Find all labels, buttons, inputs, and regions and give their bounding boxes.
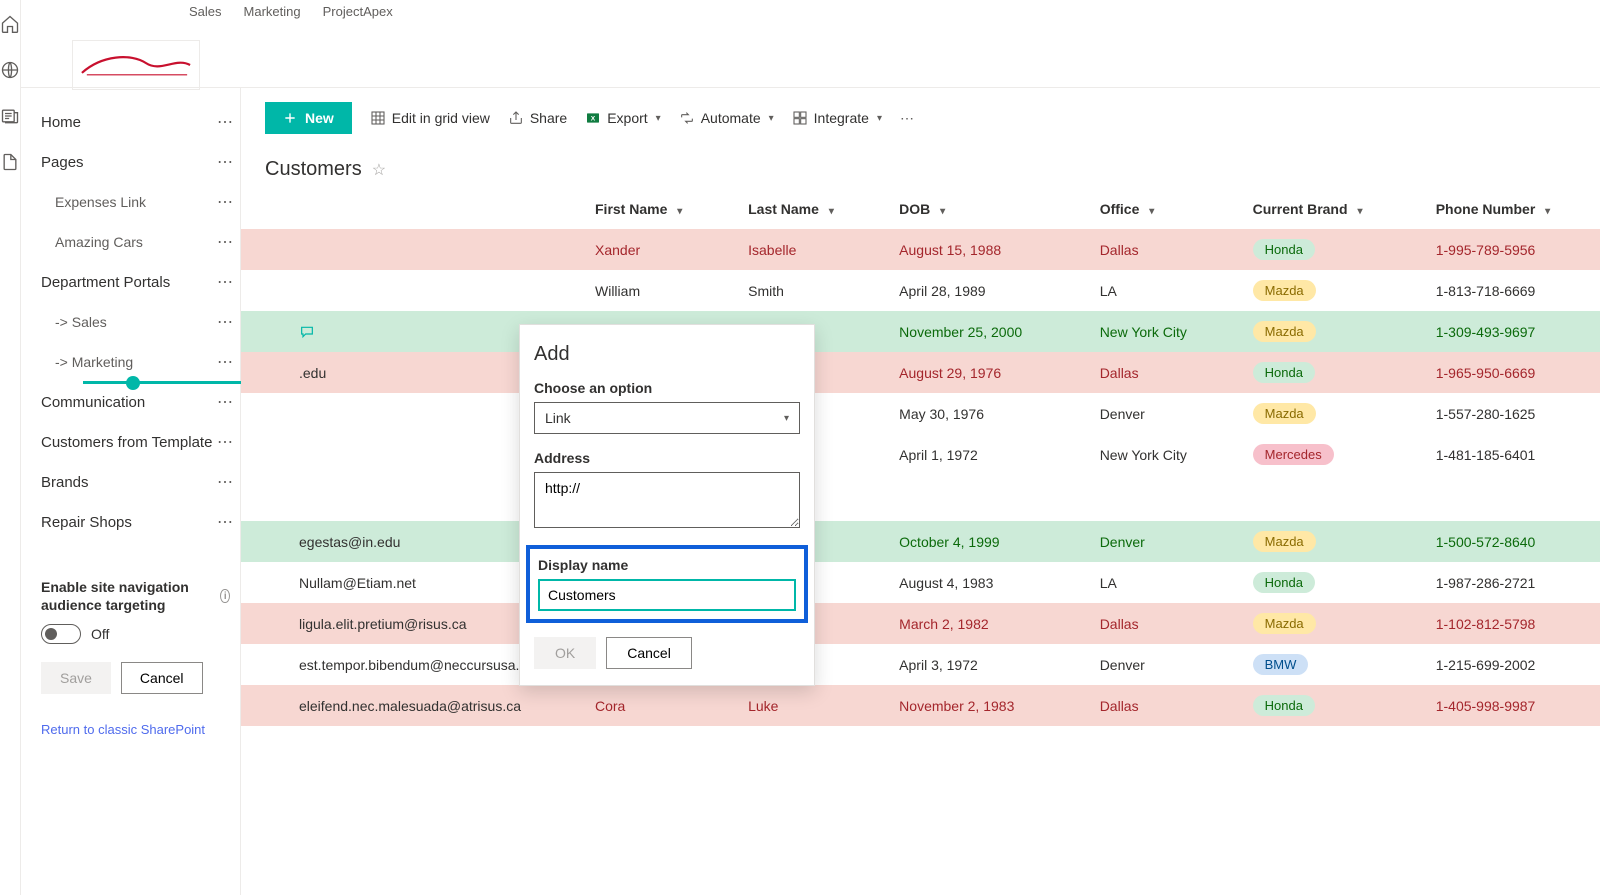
nav-item-menu-icon[interactable]: ⋯ xyxy=(217,432,234,452)
table-row[interactable]: est.tempor.bibendum@neccursusa.comPaloma… xyxy=(241,644,1600,685)
site-logo[interactable] xyxy=(72,40,200,90)
table-row[interactable]: .eduPriceSmithAugust 29, 1976DallasHonda… xyxy=(241,352,1600,393)
brand-pill: Honda xyxy=(1253,239,1315,260)
audience-targeting-label: Enable site navigation audience targetin… xyxy=(41,578,230,614)
nav-item--sales[interactable]: -> Sales⋯ xyxy=(31,302,240,342)
audience-toggle[interactable] xyxy=(41,624,81,644)
nav-item-home[interactable]: Home⋯ xyxy=(31,102,240,142)
display-name-label: Display name xyxy=(538,557,796,573)
nav-item-customers-from-template[interactable]: Customers from Template⋯ xyxy=(31,422,240,462)
nav-save-button: Save xyxy=(41,662,111,694)
nav-item-menu-icon[interactable]: ⋯ xyxy=(217,392,234,412)
svg-text:X: X xyxy=(591,116,596,123)
brand-pill: Mazda xyxy=(1253,531,1316,552)
nav-item-pages[interactable]: Pages⋯ xyxy=(31,142,240,182)
brand-pill: Honda xyxy=(1253,572,1315,593)
nav-item-menu-icon[interactable]: ⋯ xyxy=(217,152,234,172)
brand-pill: Honda xyxy=(1253,362,1315,383)
dialog-title: Add xyxy=(534,343,800,366)
new-button[interactable]: New xyxy=(265,102,352,134)
nav-item-menu-icon[interactable]: ⋯ xyxy=(217,112,234,132)
cancel-button[interactable]: Cancel xyxy=(606,637,692,669)
top-link-sales[interactable]: Sales xyxy=(189,4,222,19)
export-button[interactable]: X Export▾ xyxy=(585,110,661,126)
news-icon[interactable] xyxy=(0,106,20,126)
app-rail xyxy=(0,0,21,895)
column-header[interactable]: DOB ▾ xyxy=(885,189,1086,229)
list-grid: First Name ▾Last Name ▾DOB ▾Office ▾Curr… xyxy=(241,189,1600,895)
column-header[interactable]: Current Brand ▾ xyxy=(1239,189,1422,229)
table-row[interactable]: JasonZeleniaApril 1, 1972New York CityMe… xyxy=(241,434,1600,475)
brand-pill: Mazda xyxy=(1253,613,1316,634)
nav-item-menu-icon[interactable]: ⋯ xyxy=(217,272,234,292)
option-select[interactable]: Link ▾ xyxy=(534,402,800,434)
list-title: Customers xyxy=(265,158,362,181)
comment-icon[interactable] xyxy=(299,324,315,340)
toggle-state-label: Off xyxy=(91,626,109,642)
return-classic-link[interactable]: Return to classic SharePoint xyxy=(41,722,230,737)
display-name-highlight: Display name xyxy=(526,545,808,623)
nav-item-menu-icon[interactable]: ⋯ xyxy=(217,232,234,252)
table-row[interactable]: XanderIsabelleAugust 15, 1988DallasHonda… xyxy=(241,229,1600,270)
info-icon[interactable]: i xyxy=(220,589,230,603)
more-actions-button[interactable]: ⋯ xyxy=(900,110,914,127)
brand-pill: Honda xyxy=(1253,695,1315,716)
add-link-dialog: Add Choose an option Link ▾ Address Disp… xyxy=(519,324,815,686)
option-label: Choose an option xyxy=(534,380,800,396)
brand-pill: Mazda xyxy=(1253,403,1316,424)
column-header[interactable]: Office ▾ xyxy=(1086,189,1239,229)
home-icon[interactable] xyxy=(0,14,20,34)
column-header[interactable] xyxy=(241,189,581,229)
nav-item-menu-icon[interactable]: ⋯ xyxy=(217,472,234,492)
chevron-down-icon: ▾ xyxy=(656,113,661,124)
nav-cancel-button[interactable]: Cancel xyxy=(121,662,203,694)
command-bar: New Edit in grid view Share X Export▾ xyxy=(241,88,1600,144)
table-row[interactable]: WilliamSmithApril 28, 1989LAMazda1-813-7… xyxy=(241,270,1600,311)
table-row[interactable]: ligula.elit.pretium@risus.caHectorCailin… xyxy=(241,603,1600,644)
file-icon[interactable] xyxy=(0,152,20,172)
brand-pill: Mazda xyxy=(1253,321,1316,342)
column-header[interactable]: Last Name ▾ xyxy=(734,189,885,229)
ok-button: OK xyxy=(534,637,596,669)
nav-item-menu-icon[interactable]: ⋯ xyxy=(217,312,234,332)
table-row[interactable]: eleifend.nec.malesuada@atrisus.caCoraLuk… xyxy=(241,685,1600,726)
nav-item-brands[interactable]: Brands⋯ xyxy=(31,462,240,502)
nav-item-menu-icon[interactable]: ⋯ xyxy=(217,192,234,212)
nav-item-menu-icon[interactable]: ⋯ xyxy=(217,512,234,532)
nav-item-communication[interactable]: Communication⋯ xyxy=(31,382,240,422)
nav-item-amazing-cars[interactable]: Amazing Cars⋯ xyxy=(31,222,240,262)
favorite-star-icon[interactable]: ☆ xyxy=(372,160,386,180)
column-header[interactable]: Phone Number ▾ xyxy=(1422,189,1600,229)
top-link-projectapex[interactable]: ProjectApex xyxy=(323,4,393,19)
share-button[interactable]: Share xyxy=(508,110,567,126)
table-row[interactable]: egestas@in.eduLinusNelleOctober 4, 1999D… xyxy=(241,521,1600,562)
nav-item--marketing[interactable]: -> Marketing⋯ xyxy=(31,342,240,382)
table-row[interactable]: JenniferSmithMay 30, 1976DenverMazda1-55… xyxy=(241,393,1600,434)
edit-grid-button[interactable]: Edit in grid view xyxy=(370,110,490,126)
nav-item-department-portals[interactable]: Department Portals⋯ xyxy=(31,262,240,302)
nav-item-expenses-link[interactable]: Expenses Link⋯ xyxy=(31,182,240,222)
integrate-button[interactable]: Integrate▾ xyxy=(792,110,882,126)
top-link-marketing[interactable]: Marketing xyxy=(244,4,301,19)
brand-pill: BMW xyxy=(1253,654,1309,675)
table-row[interactable]: Nullam@Etiam.netChandaGiacomoAugust 4, 1… xyxy=(241,562,1600,603)
table-row[interactable]: CoraSmithNovember 25, 2000New York CityM… xyxy=(241,311,1600,352)
brand-pill: Mercedes xyxy=(1253,444,1334,465)
address-input[interactable] xyxy=(534,472,800,528)
brand-pill: Mazda xyxy=(1253,280,1316,301)
column-header[interactable]: First Name ▾ xyxy=(581,189,734,229)
site-header: Sales Marketing ProjectApex xyxy=(21,0,1600,88)
nav-item-menu-icon[interactable]: ⋯ xyxy=(217,352,234,372)
automate-button[interactable]: Automate▾ xyxy=(679,110,774,126)
chevron-down-icon: ▾ xyxy=(877,113,882,124)
left-nav: Home⋯Pages⋯Expenses Link⋯Amazing Cars⋯De… xyxy=(21,88,241,895)
chevron-down-icon: ▾ xyxy=(769,113,774,124)
address-label: Address xyxy=(534,450,800,466)
nav-item-repair-shops[interactable]: Repair Shops⋯ xyxy=(31,502,240,542)
chevron-down-icon: ▾ xyxy=(784,413,789,424)
display-name-input[interactable] xyxy=(538,579,796,611)
globe-icon[interactable] xyxy=(0,60,20,80)
